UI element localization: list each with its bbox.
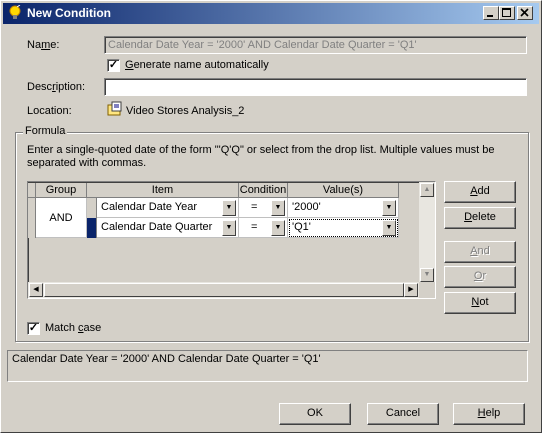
item-dropdown-button[interactable]: ▼	[222, 200, 236, 216]
condition-summary: Calendar Date Year = '2000' AND Calendar…	[7, 350, 528, 382]
ok-button[interactable]: OK	[279, 403, 351, 425]
chevron-down-icon: ▼	[225, 224, 233, 231]
chevron-down-icon: ▼	[423, 271, 431, 278]
item-dropdown-button[interactable]: ▼	[222, 220, 236, 236]
value-value: 'Q1'	[292, 221, 311, 233]
new-condition-dialog: New Condition Name: Calendar Date Year =…	[0, 0, 542, 433]
item-value: Calendar Date Year	[101, 201, 198, 213]
generate-name-checkbox[interactable]: ✓	[107, 59, 120, 72]
chevron-down-icon: ▼	[385, 224, 393, 231]
delete-button[interactable]: Delete	[444, 207, 516, 229]
formula-group-title: Formula	[23, 125, 68, 137]
minimize-icon	[487, 15, 493, 17]
chevron-down-icon: ▼	[225, 204, 233, 211]
value-value: '2000'	[292, 201, 321, 213]
scroll-right-button[interactable]: ▶	[404, 283, 418, 297]
row-handle-selected[interactable]	[87, 218, 97, 238]
close-button[interactable]	[517, 6, 533, 20]
not-button[interactable]: Not	[444, 292, 516, 314]
maximize-button[interactable]	[499, 6, 515, 20]
condition-grid[interactable]: Group Item Condition Value(s) AND Calend…	[27, 181, 436, 299]
maximize-icon	[502, 8, 511, 17]
chevron-down-icon: ▼	[274, 204, 282, 211]
window-title: New Condition	[27, 6, 111, 20]
lightbulb-icon	[9, 5, 21, 19]
value-dropdown-button[interactable]: ▼	[382, 200, 396, 216]
column-header-group[interactable]: Group	[36, 183, 87, 198]
scroll-down-button[interactable]: ▼	[420, 268, 434, 282]
name-field[interactable]: Calendar Date Year = '2000' AND Calendar…	[104, 36, 527, 54]
column-header-item[interactable]: Item	[87, 183, 239, 198]
row-handle[interactable]	[87, 198, 97, 218]
grid-corner	[28, 183, 36, 198]
chevron-left-icon: ◀	[33, 286, 39, 293]
item-cell[interactable]: Calendar Date Quarter	[97, 218, 239, 238]
condition-value: =	[251, 221, 258, 233]
match-case-checkbox[interactable]: ✓	[27, 322, 40, 335]
match-case-label[interactable]: Match case	[45, 322, 101, 334]
cancel-button[interactable]: Cancel	[367, 403, 439, 425]
folder-document-icon	[107, 101, 122, 116]
value-dropdown-button[interactable]: ▼	[382, 220, 396, 236]
or-button[interactable]: Or	[444, 266, 516, 288]
minimize-button[interactable]	[483, 6, 499, 20]
condition-dropdown-button[interactable]: ▼	[271, 200, 285, 216]
chevron-down-icon: ▼	[274, 224, 282, 231]
scroll-up-button[interactable]: ▲	[420, 183, 434, 197]
close-icon	[520, 8, 529, 17]
condition-value: =	[251, 201, 258, 213]
description-field[interactable]	[104, 78, 527, 96]
item-cell[interactable]: Calendar Date Year	[97, 198, 239, 218]
add-button[interactable]: Add	[444, 181, 516, 203]
column-header-values[interactable]: Value(s)	[288, 183, 399, 198]
name-label: Name:	[27, 39, 60, 51]
generate-name-label[interactable]: Generate name automatically	[125, 59, 269, 71]
chevron-down-icon: ▼	[385, 204, 393, 211]
group-operator-cell[interactable]: AND	[36, 198, 87, 238]
scroll-left-button[interactable]: ◀	[29, 283, 43, 297]
location-label: Location:	[27, 105, 72, 117]
horizontal-scroll-thumb[interactable]	[44, 283, 404, 297]
description-label: Description:	[27, 81, 86, 93]
scrollbar-corner	[419, 282, 435, 298]
condition-dropdown-button[interactable]: ▼	[271, 220, 285, 236]
help-button[interactable]: Help	[453, 403, 525, 425]
chevron-right-icon: ▶	[408, 286, 414, 293]
vertical-scrollbar[interactable]	[419, 182, 435, 282]
group-row-handle[interactable]	[28, 198, 36, 238]
location-value: Video Stores Analysis_2	[126, 105, 245, 117]
column-header-condition[interactable]: Condition	[239, 183, 288, 198]
title-bar[interactable]: New Condition	[3, 3, 539, 24]
and-button[interactable]: And	[444, 241, 516, 263]
item-value: Calendar Date Quarter	[101, 221, 213, 233]
formula-instructions: Enter a single-quoted date of the form "…	[27, 144, 495, 169]
chevron-up-icon: ▲	[423, 186, 431, 193]
